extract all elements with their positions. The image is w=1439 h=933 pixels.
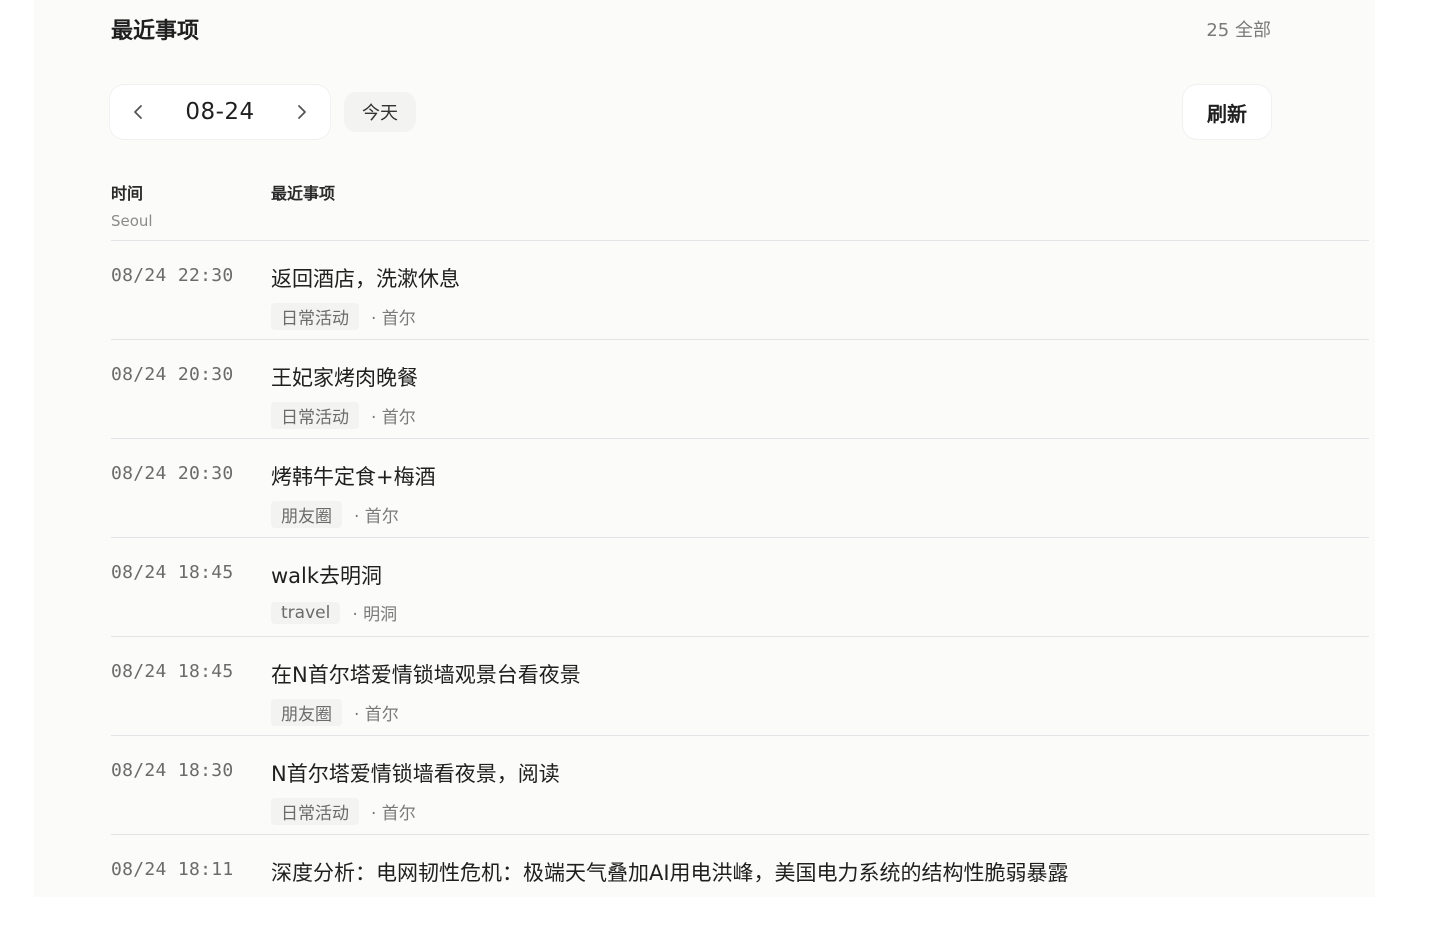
row-time: 08/24 22:30 (111, 265, 234, 286)
category-tag: 日常活动 (271, 303, 359, 330)
table-row[interactable]: 08/24 20:30 烤韩牛定食+梅酒 朋友圈 · 首尔 (111, 439, 1369, 538)
table-row[interactable]: 08/24 18:11 深度分析：电网韧性危机：极端天气叠加AI用电洪峰，美国电… (111, 835, 1369, 933)
row-title: 返回酒店，洗漱休息 (271, 267, 460, 291)
category-tag: travel (271, 601, 341, 624)
table-row[interactable]: 08/24 18:45 walk去明洞 travel · 明洞 (111, 538, 1369, 637)
category-tag: 朋友圈 (271, 699, 342, 726)
chevron-right-icon[interactable] (292, 102, 312, 122)
current-date: 08-24 (185, 99, 255, 125)
time-zone-label: Seoul (111, 212, 153, 230)
row-time: 08/24 20:30 (111, 364, 234, 385)
category-tag: 日常活动 (271, 798, 359, 825)
toolbar: 08-24 今天 刷新 (110, 85, 1271, 139)
today-button[interactable]: 今天 (344, 92, 416, 132)
chevron-left-icon[interactable] (128, 102, 148, 122)
table-row[interactable]: 08/24 18:30 N首尔塔爱情锁墙看夜景，阅读 日常活动 · 首尔 (111, 736, 1369, 835)
row-title: 王妃家烤肉晚餐 (271, 366, 418, 390)
row-time: 08/24 18:45 (111, 562, 234, 583)
location-label: · 明洞 (352, 605, 398, 625)
row-time: 08/24 18:11 (111, 859, 234, 880)
location-label: · 首尔 (371, 408, 416, 428)
row-meta: 日常活动 · 首尔 (271, 798, 416, 825)
row-title: N首尔塔爱情锁墙看夜景，阅读 (271, 762, 560, 786)
row-meta: 朋友圈 · 首尔 (271, 699, 399, 726)
location-label: · 首尔 (354, 507, 399, 527)
row-meta: 朋友圈 · 首尔 (271, 501, 399, 528)
date-navigator: 08-24 (110, 85, 330, 139)
row-meta: 日常活动 · 首尔 (271, 303, 416, 330)
panel-header: 最近事项 25 全部 (111, 12, 1271, 46)
location-label: · 首尔 (371, 804, 416, 824)
table-header: 时间 Seoul 最近事项 (111, 176, 1369, 241)
row-title: walk去明洞 (271, 564, 383, 588)
row-title: 在N首尔塔爱情锁墙观景台看夜景 (271, 663, 581, 687)
location-label: · 首尔 (371, 309, 416, 329)
row-title: 烤韩牛定食+梅酒 (271, 465, 436, 489)
events-table: 时间 Seoul 最近事项 08/24 22:30 返回酒店，洗漱休息 日常活动… (111, 176, 1369, 933)
refresh-button[interactable]: 刷新 (1183, 85, 1271, 139)
time-header-label: 时间 (111, 184, 144, 203)
row-time: 08/24 18:45 (111, 661, 234, 682)
location-label: · 首尔 (354, 705, 399, 725)
recent-items-panel: 最近事项 25 全部 08-24 今天 刷新 时间 Seoul 最近事项 08/… (34, 0, 1375, 897)
category-tag: 日常活动 (271, 402, 359, 429)
event-column-header: 最近事项 (271, 184, 336, 203)
category-tag: 朋友圈 (271, 501, 342, 528)
table-row[interactable]: 08/24 18:45 在N首尔塔爱情锁墙观景台看夜景 朋友圈 · 首尔 (111, 637, 1369, 736)
page-title: 最近事项 (111, 19, 200, 44)
row-meta: 日常活动 · 首尔 (271, 402, 416, 429)
table-row[interactable]: 08/24 20:30 王妃家烤肉晚餐 日常活动 · 首尔 (111, 340, 1369, 439)
total-count-link[interactable]: 25 全部 (1206, 16, 1271, 42)
row-meta: travel · 明洞 (271, 600, 397, 625)
row-time: 08/24 20:30 (111, 463, 234, 484)
table-row[interactable]: 08/24 22:30 返回酒店，洗漱休息 日常活动 · 首尔 (111, 241, 1369, 340)
time-column-header: 时间 Seoul (111, 180, 153, 230)
row-title: 深度分析：电网韧性危机：极端天气叠加AI用电洪峰，美国电力系统的结构性脆弱暴露 (271, 861, 1069, 885)
row-time: 08/24 18:30 (111, 760, 234, 781)
